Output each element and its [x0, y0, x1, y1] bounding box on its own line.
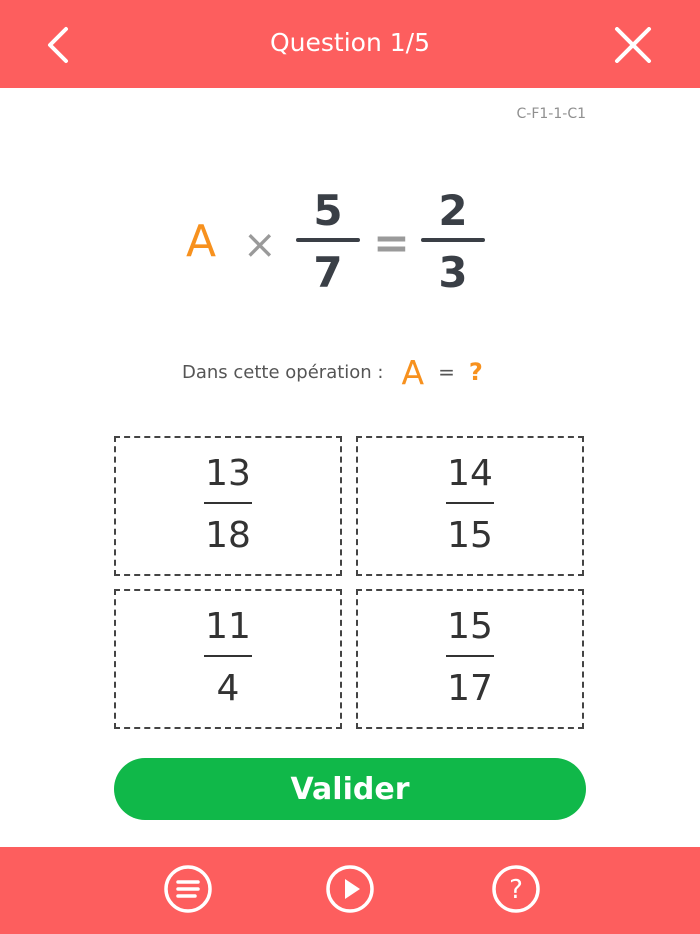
answer-option[interactable]: 13 18 — [114, 436, 342, 576]
option-numerator: 13 — [205, 453, 251, 494]
svg-text:?: ? — [509, 875, 523, 905]
option-numerator: 14 — [447, 453, 493, 494]
validate-button[interactable]: Valider — [114, 758, 586, 820]
play-icon[interactable] — [325, 864, 375, 914]
option-fraction: 15 17 — [442, 605, 498, 711]
option-denominator: 15 — [447, 515, 493, 556]
option-fraction-bar — [204, 502, 252, 504]
option-fraction-bar — [446, 502, 494, 504]
answer-option[interactable]: 15 17 — [356, 589, 584, 729]
fraction-bar — [421, 238, 485, 242]
option-fraction-bar — [446, 655, 494, 657]
unknown-variable: A — [186, 216, 217, 267]
option-denominator: 17 — [447, 668, 493, 709]
equation-fraction: 5 7 — [296, 186, 360, 297]
bottom-toolbar: ? — [0, 847, 700, 934]
equation: A × 5 7 = 2 3 — [0, 0, 700, 330]
option-fraction-bar — [204, 655, 252, 657]
question-prompt: Dans cette opération : A = ? — [182, 353, 483, 392]
result-numerator: 2 — [438, 186, 468, 235]
prompt-equals: = — [438, 360, 455, 384]
option-denominator: 18 — [205, 515, 251, 556]
option-fraction: 11 4 — [200, 605, 256, 711]
option-fraction: 14 15 — [442, 452, 498, 558]
equals-sign: = — [373, 218, 410, 269]
option-numerator: 15 — [447, 606, 493, 647]
fraction-numerator: 5 — [313, 186, 343, 235]
answer-option[interactable]: 11 4 — [114, 589, 342, 729]
option-fraction: 13 18 — [200, 452, 256, 558]
prompt-label: Dans cette opération : — [182, 361, 384, 383]
list-icon[interactable] — [163, 864, 213, 914]
result-denominator: 3 — [438, 248, 468, 297]
option-numerator: 11 — [205, 606, 251, 647]
prompt-unknown: A — [401, 352, 425, 392]
prompt-question-mark: ? — [468, 358, 483, 386]
help-icon[interactable]: ? — [491, 864, 541, 914]
fraction-bar — [296, 238, 360, 242]
multiply-operator: × — [243, 222, 277, 268]
option-denominator: 4 — [216, 668, 240, 709]
fraction-denominator: 7 — [313, 248, 343, 297]
equation-result-fraction: 2 3 — [421, 186, 485, 297]
answer-option[interactable]: 14 15 — [356, 436, 584, 576]
